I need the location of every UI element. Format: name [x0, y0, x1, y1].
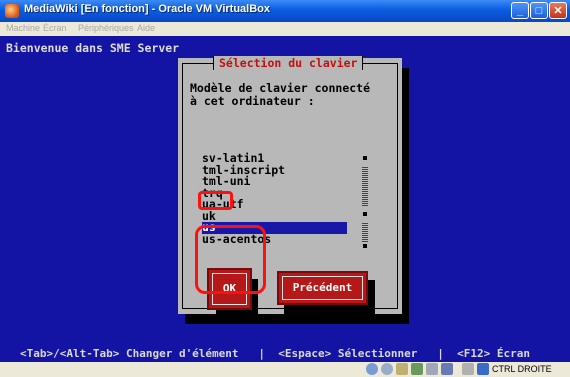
menu-machine[interactable]: Machine — [6, 23, 40, 33]
keyboard-capture-icon[interactable] — [477, 363, 489, 375]
virtualbox-app-icon — [5, 4, 19, 18]
prompt-line-1: Modèle de clavier connecté — [190, 81, 371, 95]
menu-peripheriques[interactable]: Périphériques — [78, 23, 134, 33]
welcome-text: Bienvenue dans SME Server — [6, 41, 180, 55]
prompt-line-2: à cet ordinateur : — [190, 94, 315, 108]
usb-icon[interactable] — [396, 363, 408, 375]
status-bar: CTRL DROITE — [0, 362, 570, 377]
menu-aide[interactable]: Aide — [137, 23, 155, 33]
highlight-us-item — [198, 191, 233, 210]
scroll-thumb[interactable] — [362, 166, 368, 206]
network-icon[interactable] — [411, 363, 423, 375]
scroll-thumb-lower[interactable] — [362, 222, 368, 242]
minimize-button[interactable]: _ — [511, 2, 529, 19]
menu-bar: Machine Écran Périphériques Aide — [0, 22, 570, 36]
maximize-button[interactable]: □ — [530, 2, 548, 19]
close-button[interactable]: ✕ — [549, 2, 567, 19]
keyboard-help-bar: <Tab>/<Alt-Tab> Changer d'élément | <Esp… — [20, 347, 530, 360]
vm-screen[interactable]: Bienvenue dans SME Server Sélection du c… — [0, 36, 570, 362]
capture-icon[interactable] — [441, 363, 453, 375]
menu-ecran[interactable]: Écran — [43, 23, 67, 33]
harddisk-icon[interactable] — [366, 363, 378, 375]
scroll-up-marker — [363, 156, 367, 160]
back-button-label: Précédent — [292, 281, 353, 294]
highlight-ok-button — [195, 225, 266, 294]
window-title: MediaWiki [En fonction] - Oracle VM Virt… — [24, 3, 271, 15]
shared-folder-icon[interactable] — [426, 363, 438, 375]
mouse-integration-icon[interactable] — [462, 363, 474, 375]
dialog-prompt: Modèle de clavier connecté à cet ordinate… — [190, 82, 370, 108]
back-button[interactable]: Précédent — [277, 271, 368, 305]
scroll-marker — [363, 212, 367, 216]
window-title-bar[interactable]: MediaWiki [En fonction] - Oracle VM Virt… — [0, 0, 570, 22]
list-item[interactable]: uk — [202, 210, 372, 223]
cd-icon[interactable] — [381, 363, 393, 375]
dialog-title: Sélection du clavier — [213, 56, 364, 70]
list-item[interactable]: tml-uni — [202, 175, 372, 188]
host-key-label: CTRL DROITE — [492, 364, 552, 374]
list-scrollbar[interactable] — [362, 154, 368, 250]
scroll-down-marker — [363, 244, 367, 248]
